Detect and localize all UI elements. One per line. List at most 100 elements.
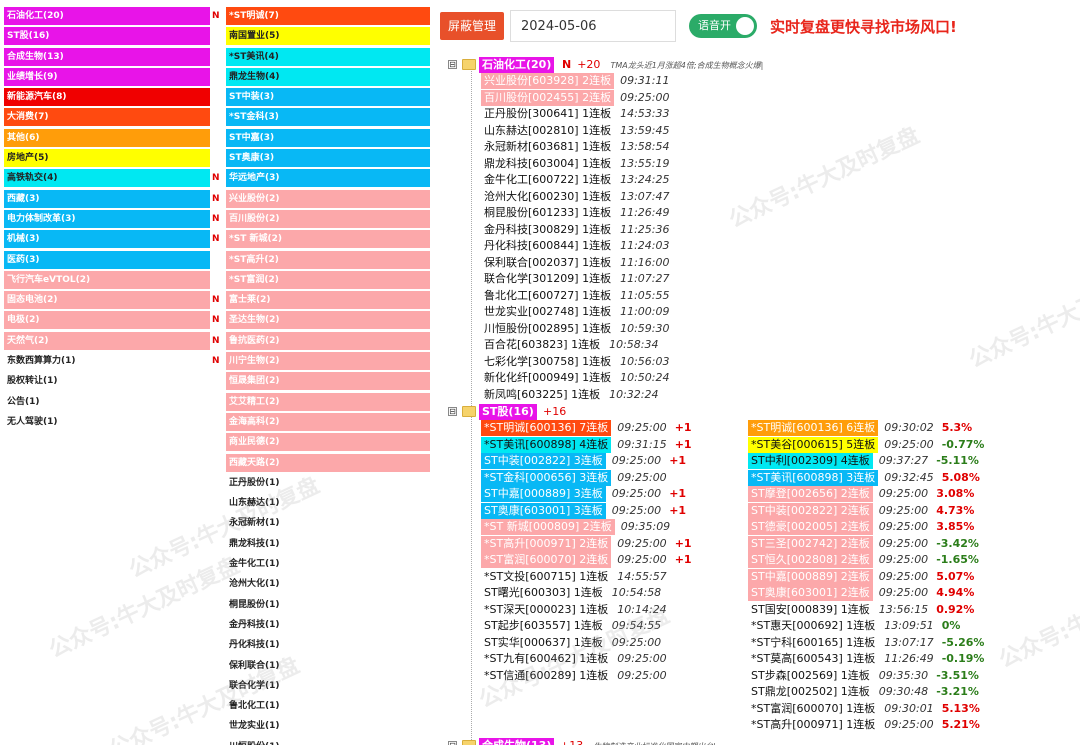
category-item[interactable]: 圣达生物(2): [226, 310, 434, 330]
prev-stock-row[interactable]: *ST美谷[000615] 5连板 09:25:00 -0.77%: [748, 436, 984, 453]
prev-stock-row[interactable]: ST摩登[002656] 2连板 09:25:00 3.08%: [748, 486, 974, 502]
prev-stock-row[interactable]: *ST富润[600070] 1连板 09:30:01 5.13%: [748, 701, 980, 717]
category-item[interactable]: 金海高科(2): [226, 412, 434, 432]
stock-row[interactable]: 丹化科技[600844] 1连板 11:24:03: [481, 238, 669, 254]
category-item[interactable]: 固态电池(2) N: [4, 290, 222, 310]
prev-stock-row[interactable]: ST中利[002309] 4连板 09:37:27 -5.11%: [748, 453, 979, 469]
category-item[interactable]: 永冠新材(1): [226, 513, 434, 533]
stock-row[interactable]: *ST金科[000656] 3连板 09:25:00: [481, 469, 667, 486]
category-item[interactable]: 鼎龙生物(4): [226, 67, 434, 87]
category-item[interactable]: *ST富润(2): [226, 270, 434, 290]
stock-row[interactable]: 新凤鸣[603225] 1连板 10:32:24: [481, 387, 658, 403]
stock-row[interactable]: 沧州大化[600230] 1连板 13:07:47: [481, 189, 669, 205]
category-item[interactable]: 川宁生物(2): [226, 351, 434, 371]
prev-stock-row[interactable]: ST三圣[002742] 2连板 09:25:00 -3.42%: [748, 535, 979, 552]
prev-stock-row[interactable]: ST奥康[603001] 2连板 09:25:00 4.94%: [748, 585, 974, 601]
stock-row[interactable]: *ST信通[600289] 1连板 09:25:00: [481, 668, 667, 684]
category-item[interactable]: 西藏天路(2): [226, 453, 434, 473]
category-item[interactable]: 沧州大化(1): [226, 574, 434, 594]
category-item[interactable]: 鲁抗医药(2): [226, 331, 434, 351]
prev-stock-row[interactable]: *ST宁科[600165] 1连板 13:07:17 -5.26%: [748, 635, 984, 651]
category-item[interactable]: 华远地产(3): [226, 168, 434, 188]
category-item[interactable]: 百川股份(2): [226, 209, 434, 229]
category-item[interactable]: 新能源汽车(8): [4, 87, 222, 107]
stock-row[interactable]: *ST明诚[600136] 7连板 09:25:00 +1: [481, 420, 692, 436]
stock-row[interactable]: 新化化纤[000949] 1连板 10:50:24: [481, 370, 669, 386]
stock-row[interactable]: ST中嘉[000889] 3连板 09:25:00 +1: [481, 486, 686, 502]
category-item[interactable]: *ST 新城(2): [226, 229, 434, 249]
prev-stock-row[interactable]: *ST高升[000971] 1连板 09:25:00 5.21%: [748, 717, 980, 733]
category-item[interactable]: 电极(2) N: [4, 310, 222, 330]
category-item[interactable]: 鼎龙科技(1): [226, 534, 434, 554]
category-item[interactable]: 兴业股份(2): [226, 189, 434, 209]
category-item[interactable]: ST中装(3): [226, 87, 434, 107]
category-item[interactable]: 高铁轨交(4) N: [4, 168, 222, 188]
collapse-toggle-icon[interactable]: ⊟: [448, 740, 457, 745]
date-input[interactable]: [510, 10, 676, 42]
category-item[interactable]: 合成生物(13): [4, 47, 222, 67]
category-item[interactable]: 鲁北化工(1): [226, 696, 434, 716]
category-item[interactable]: 无人驾驶(1): [4, 412, 222, 432]
category-item[interactable]: 联合化学(1): [226, 676, 434, 696]
stock-row[interactable]: 金丹科技[300829] 1连板 11:25:36: [481, 222, 669, 238]
category-item[interactable]: 保利联合(1): [226, 656, 434, 676]
category-item[interactable]: 正丹股份(1): [226, 473, 434, 493]
category-item[interactable]: 丹化科技(1): [226, 635, 434, 655]
category-item[interactable]: 业绩增长(9): [4, 67, 222, 87]
category-item[interactable]: ST股(16): [4, 26, 222, 46]
category-item[interactable]: 医药(3): [4, 250, 222, 270]
stock-row[interactable]: 正丹股份[300641] 1连板 14:53:33: [481, 106, 669, 122]
category-item[interactable]: 机械(3) N: [4, 229, 222, 249]
collapse-toggle-icon[interactable]: ⊟: [448, 407, 457, 416]
stock-row[interactable]: 鼎龙科技[603004] 1连板 13:55:19: [481, 156, 669, 172]
prev-stock-row[interactable]: ST德豪[002005] 2连板 09:25:00 3.85%: [748, 519, 974, 535]
prev-stock-row[interactable]: *ST明诚[600136] 6连板 09:30:02 5.3%: [748, 420, 972, 436]
category-item[interactable]: 桐昆股份(1): [226, 595, 434, 615]
stock-row[interactable]: 永冠新材[603681] 1连板 13:58:54: [481, 139, 669, 155]
prev-stock-row[interactable]: *ST美讯[600898] 3连板 09:32:45 5.08%: [748, 469, 980, 486]
category-item[interactable]: 电力体制改革(3) N: [4, 209, 222, 229]
category-item[interactable]: 富士莱(2): [226, 290, 434, 310]
category-item[interactable]: 房地产(5): [4, 148, 222, 168]
prev-stock-row[interactable]: ST国安[000839] 1连板 13:56:15 0.92%: [748, 602, 974, 618]
stock-row[interactable]: ST中装[002822] 3连板 09:25:00 +1: [481, 453, 686, 469]
category-item[interactable]: 商业民德(2): [226, 432, 434, 452]
category-item[interactable]: 川恒股份(1): [226, 737, 434, 745]
stock-row[interactable]: *ST 新城[000809] 2连板 09:35:09: [481, 519, 670, 535]
category-item[interactable]: 石油化工(20) N: [4, 6, 222, 26]
category-item[interactable]: 天然气(2) N: [4, 331, 222, 351]
stock-row[interactable]: 百合花[603823] 1连板 10:58:34: [481, 337, 658, 353]
stock-row[interactable]: ST起步[603557] 1连板 09:54:55: [481, 618, 661, 634]
category-item[interactable]: *ST高升(2): [226, 250, 434, 270]
category-item[interactable]: 公告(1): [4, 392, 222, 412]
collapse-toggle-icon[interactable]: ⊟: [448, 60, 457, 69]
prev-stock-row[interactable]: ST中嘉[000889] 2连板 09:25:00 5.07%: [748, 568, 974, 585]
stock-row[interactable]: 桐昆股份[601233] 1连板 11:26:49: [481, 205, 669, 221]
prev-stock-row[interactable]: ST鼎龙[002502] 1连板 09:30:48 -3.21%: [748, 684, 979, 700]
prev-stock-row[interactable]: ST步森[002569] 1连板 09:35:30 -3.51%: [748, 668, 979, 684]
stock-row[interactable]: 百川股份[002455] 2连板 09:25:00: [481, 89, 669, 106]
stock-row[interactable]: 七彩化学[300758] 1连板 10:56:03: [481, 354, 669, 370]
category-item[interactable]: 飞行汽车eVTOL(2): [4, 270, 222, 290]
category-item[interactable]: 南国置业(5): [226, 26, 434, 46]
prev-stock-row[interactable]: *ST惠天[000692] 1连板 13:09:51 0%: [748, 618, 960, 634]
stock-row[interactable]: 鲁北化工[600727] 1连板 11:05:55: [481, 288, 669, 304]
category-item[interactable]: *ST美讯(4): [226, 47, 434, 67]
stock-row[interactable]: ST奥康[603001] 3连板 09:25:00 +1: [481, 502, 686, 519]
category-item[interactable]: 其他(6): [4, 128, 222, 148]
stock-row[interactable]: ST实华[000637] 1连板 09:25:00: [481, 635, 661, 651]
hide-manage-button[interactable]: 屏蔽管理: [440, 12, 504, 40]
category-item[interactable]: ST中嘉(3): [226, 128, 434, 148]
stock-row[interactable]: 联合化学[301209] 1连板 11:07:27: [481, 271, 669, 287]
prev-stock-row[interactable]: ST恒久[002808] 2连板 09:25:00 -1.65%: [748, 552, 979, 568]
category-item[interactable]: 金牛化工(1): [226, 554, 434, 574]
stock-row[interactable]: 保利联合[002037] 1连板 11:16:00: [481, 255, 669, 271]
category-item[interactable]: 艾艾精工(2): [226, 392, 434, 412]
stock-row[interactable]: *ST文投[600715] 1连板 14:55:57: [481, 569, 667, 585]
stock-row[interactable]: 金牛化工[600722] 1连板 13:24:25: [481, 172, 669, 188]
category-item[interactable]: 恒晟集团(2): [226, 371, 434, 391]
stock-row[interactable]: *ST深天[000023] 1连板 10:14:24: [481, 602, 667, 618]
category-item[interactable]: 世龙实业(1): [226, 716, 434, 736]
stock-row[interactable]: 川恒股份[002895] 1连板 10:59:30: [481, 321, 669, 337]
category-item[interactable]: 股权转让(1): [4, 371, 222, 391]
